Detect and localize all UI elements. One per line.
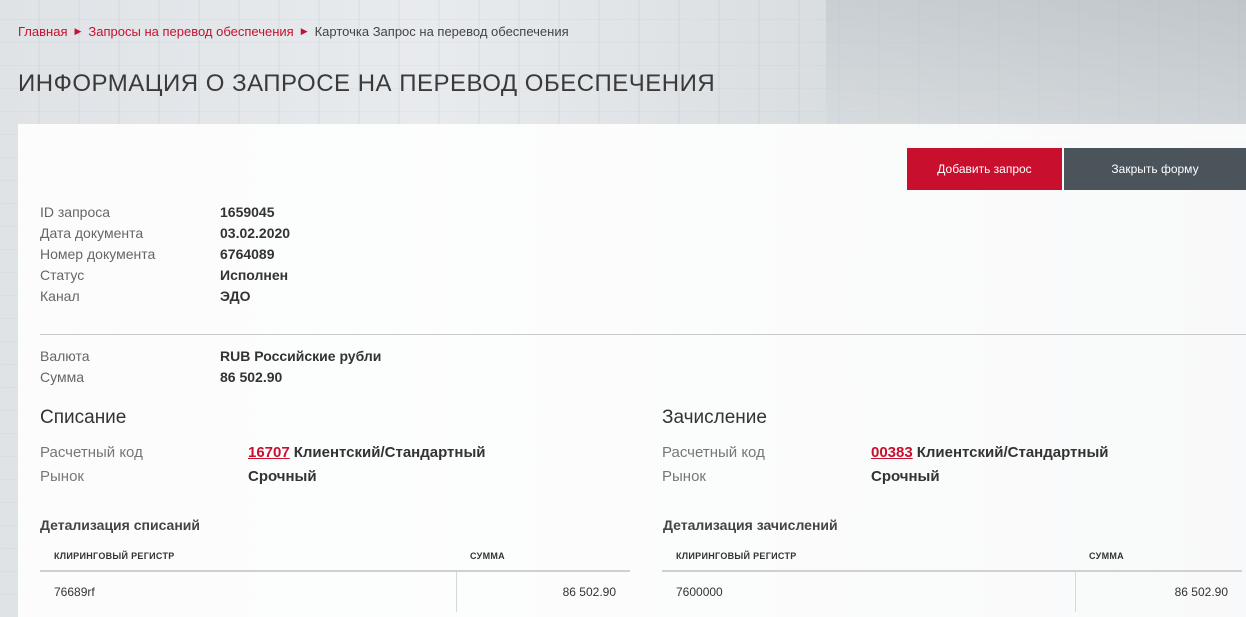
- credit-info: Расчетный код 00383 Клиентский/Стандартны…: [662, 441, 1108, 489]
- debit-code-link[interactable]: 16707: [248, 444, 290, 461]
- info-row-number: Номер документа 6764089: [40, 244, 290, 265]
- info-row-currency: Валюта RUB Российские рубли: [40, 346, 381, 367]
- credit-section-title: Зачисление: [662, 407, 767, 428]
- credit-code-desc: Клиентский/Стандартный: [916, 444, 1109, 461]
- credit-market-row: Рынок Срочный: [662, 465, 1108, 489]
- debit-detail-title: Детализация списаний: [40, 517, 200, 533]
- credit-market-label: Рынок: [662, 468, 706, 485]
- info-label: Сумма: [40, 369, 84, 385]
- breadcrumb-separator-icon: ▶: [74, 26, 82, 36]
- debit-market-row: Рынок Срочный: [40, 465, 485, 489]
- info-label: Валюта: [40, 348, 90, 364]
- breadcrumb-separator-icon: ▶: [300, 26, 308, 36]
- debit-section-title: Списание: [40, 407, 127, 428]
- breadcrumb-requests-link[interactable]: Запросы на перевод обеспечения: [88, 24, 293, 39]
- info-row-date: Дата документа 03.02.2020: [40, 223, 290, 244]
- info-label: Дата документа: [40, 225, 144, 241]
- column-header-amount: СУММА: [456, 542, 630, 572]
- info-label: Канал: [40, 288, 80, 304]
- info-label: Номер документа: [40, 246, 156, 262]
- page-title: ИНФОРМАЦИЯ О ЗАПРОСЕ НА ПЕРЕВОД ОБЕСПЕЧЕ…: [18, 70, 716, 97]
- table-header-row: КЛИРИНГОВЫЙ РЕГИСТР СУММА: [662, 542, 1242, 572]
- credit-code-label: Расчетный код: [662, 444, 765, 461]
- info-value: 03.02.2020: [220, 225, 291, 241]
- info-label: ID запроса: [40, 204, 111, 220]
- register-cell: 76689rf: [54, 585, 95, 599]
- info-value: 6764089: [220, 246, 275, 262]
- close-form-button[interactable]: Закрыть форму: [1064, 148, 1246, 190]
- debit-code-row: Расчетный код 16707 Клиентский/Стандартны…: [40, 441, 485, 465]
- breadcrumb: Главная ▶ Запросы на перевод обеспечения…: [18, 24, 569, 39]
- info-label: Статус: [40, 267, 85, 283]
- table-header-row: КЛИРИНГОВЫЙ РЕГИСТР СУММА: [40, 542, 630, 572]
- credit-code-row: Расчетный код 00383 Клиентский/Стандартны…: [662, 441, 1108, 465]
- amount-cell: 86 502.90: [455, 571, 630, 612]
- register-cell: 7600000: [676, 585, 723, 599]
- debit-market-label: Рынок: [40, 468, 84, 485]
- info-row-amount: Сумма 86 502.90: [40, 367, 381, 388]
- credit-detail-title: Детализация зачислений: [663, 517, 838, 533]
- info-value: ЭДО: [220, 288, 251, 304]
- credit-market-value: Срочный: [871, 468, 940, 485]
- table-row: 76689rf 86 502.90: [40, 571, 630, 612]
- info-row-channel: Канал ЭДО: [40, 286, 290, 307]
- credit-detail-table: КЛИРИНГОВЫЙ РЕГИСТР СУММА 7600000 86 502…: [662, 542, 1242, 612]
- money-info: Валюта RUB Российские рубли Сумма 86 502…: [40, 346, 381, 388]
- debit-market-value: Срочный: [248, 468, 317, 485]
- info-row-id: ID запроса 1659045: [40, 202, 290, 223]
- request-card: Добавить запрос Закрыть форму ID запроса…: [18, 124, 1246, 617]
- column-header-register: КЛИРИНГОВЫЙ РЕГИСТР: [662, 542, 1075, 572]
- divider: [40, 334, 1246, 335]
- breadcrumb-current: Карточка Запрос на перевод обеспечения: [314, 24, 569, 39]
- add-request-button[interactable]: Добавить запрос: [907, 148, 1062, 190]
- debit-detail-table: КЛИРИНГОВЫЙ РЕГИСТР СУММА 76689rf 86 502…: [40, 542, 630, 612]
- column-header-amount: СУММА: [1075, 542, 1242, 572]
- amount-cell: 86 502.90: [1074, 571, 1242, 612]
- info-value: Исполнен: [220, 267, 289, 283]
- info-value: 86 502.90: [220, 369, 283, 385]
- debit-code-label: Расчетный код: [40, 444, 143, 461]
- breadcrumb-home-link[interactable]: Главная: [18, 24, 67, 39]
- info-value: RUB Российские рубли: [220, 348, 382, 364]
- debit-info: Расчетный код 16707 Клиентский/Стандартны…: [40, 441, 485, 489]
- info-value: 1659045: [220, 204, 275, 220]
- request-info: ID запроса 1659045 Дата документа 03.02.…: [40, 202, 290, 307]
- credit-code-link[interactable]: 00383: [871, 444, 913, 461]
- background-building: [826, 0, 1246, 140]
- column-header-register: КЛИРИНГОВЫЙ РЕГИСТР: [40, 542, 456, 572]
- info-row-status: Статус Исполнен: [40, 265, 290, 286]
- table-row: 7600000 86 502.90: [662, 571, 1242, 612]
- debit-code-desc: Клиентский/Стандартный: [293, 444, 486, 461]
